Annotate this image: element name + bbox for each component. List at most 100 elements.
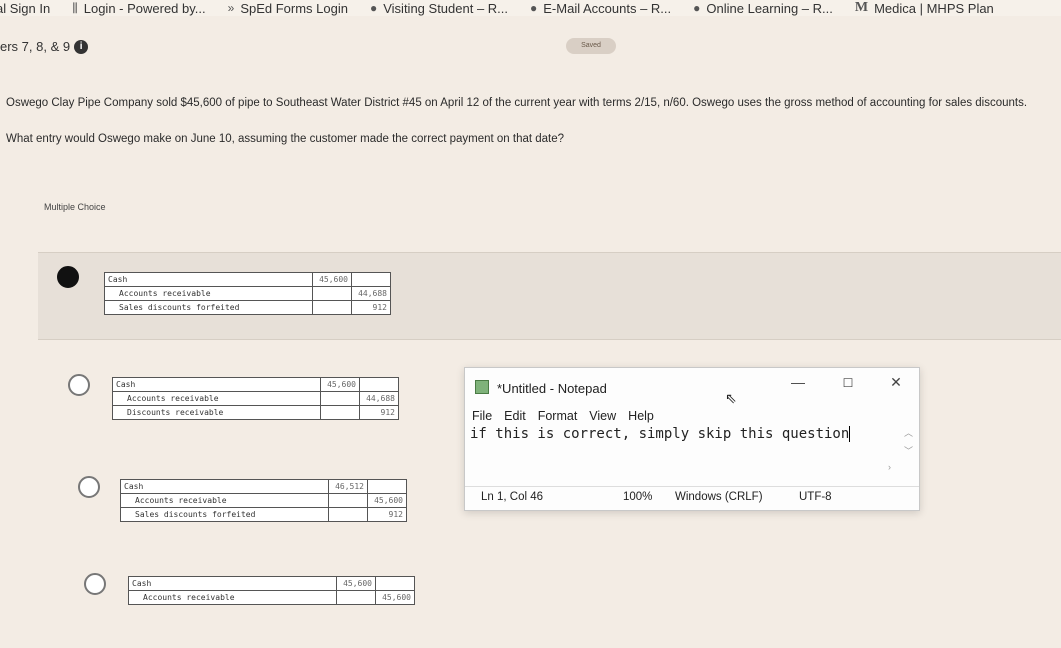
notepad-app-icon [475,380,489,394]
menu-file[interactable]: File [472,409,492,423]
table-row: Cash 45,600 [128,576,415,591]
debit-cell: 46,512 [328,479,368,494]
scroll-down-icon[interactable]: ﹀ [904,444,913,457]
bookmark-label: E-Mail Accounts – R... [543,0,672,16]
menu-help[interactable]: Help [628,409,654,423]
bookmark-medica[interactable]: M Medica | MHPS Plan [855,0,994,16]
notepad-text-area[interactable]: if this is correct, simply skip this que… [470,426,900,442]
bookmark-label: Online Learning – R... [706,0,833,16]
globe-icon: ● [530,1,538,15]
bookmark-label: Login - Powered by... [83,0,206,16]
globe-icon: ● [693,1,701,15]
account-cell: Cash [104,272,313,287]
account-cell: Discounts receivable [112,405,321,420]
account-cell: Sales discounts forfeited [120,507,329,522]
scroll-right-icon[interactable]: › [888,462,891,472]
table-row: Accounts receivable 45,600 [120,493,407,508]
chapter-label: ers 7, 8, & 9 [0,39,71,54]
credit-cell: 45,600 [367,493,407,508]
bookmark-sign-in[interactable]: al Sign In [0,1,50,16]
debit-cell: 45,600 [312,272,352,287]
bookmark-email-accounts[interactable]: ● E-Mail Accounts – R... [530,1,671,16]
bookmarks-bar: al Sign In ⫼ Login - Powered by... » SpE… [0,0,1061,16]
chevrons-icon: » [227,1,235,15]
columns-icon: ⫼ [72,0,78,15]
notepad-window[interactable]: *Untitled - Notepad ⇖ — ☐ ✕ File Edit Fo… [464,367,920,511]
menu-view[interactable]: View [589,409,616,423]
option-a-radio[interactable] [57,266,79,288]
notepad-title: *Untitled - Notepad [497,381,607,396]
credit-cell: 44,688 [359,391,399,406]
table-row: Accounts receivable 44,688 [104,286,391,301]
option-c-radio[interactable] [78,476,100,498]
bookmark-login[interactable]: ⫼ Login - Powered by... [72,1,205,16]
bookmark-label: Visiting Student – R... [383,0,509,16]
debit-cell [336,590,376,605]
table-row: Sales discounts forfeited 912 [104,300,391,315]
account-cell: Accounts receivable [128,590,337,605]
credit-cell: 912 [367,507,407,522]
option-b-radio[interactable] [68,374,90,396]
credit-cell [359,377,399,392]
table-row: Sales discounts forfeited 912 [120,507,407,522]
credit-cell [367,479,407,494]
mouse-cursor-icon: ⇖ [725,390,737,406]
debit-cell [328,507,368,522]
notepad-titlebar[interactable]: *Untitled - Notepad ⇖ — ☐ ✕ [465,368,919,406]
multiple-choice-label: Multiple Choice [44,202,106,212]
credit-cell [375,576,415,591]
question-text: Oswego Clay Pipe Company sold $45,600 of… [6,97,1028,109]
zoom-level: 100% [623,491,653,503]
notepad-status-bar: Ln 1, Col 46 100% Windows (CRLF) UTF-8 [465,486,919,509]
maximize-button[interactable]: ☐ [833,376,863,390]
account-cell: Accounts receivable [120,493,329,508]
credit-cell: 912 [351,300,391,315]
table-row: Cash 46,512 [120,479,407,494]
option-b-journal-entry[interactable]: Cash 45,600 Accounts receivable 44,688 D… [112,377,399,420]
minimize-button[interactable]: — [783,374,813,390]
credit-cell: 45,600 [375,590,415,605]
question-prompt: What entry would Oswego make on June 10,… [6,133,565,146]
debit-cell: 45,600 [320,377,360,392]
debit-cell [320,391,360,406]
credit-cell: 44,688 [351,286,391,301]
menu-format[interactable]: Format [538,409,578,423]
notepad-menu-bar: File Edit Format View Help [472,409,654,423]
chapter-title: ers 7, 8, & 9 i [0,39,89,54]
bookmark-label: al Sign In [0,0,51,16]
line-ending: Windows (CRLF) [675,491,763,503]
close-button[interactable]: ✕ [881,374,911,391]
table-row: Discounts receivable 912 [112,405,399,420]
scroll-up-icon[interactable]: ︿ [904,426,913,439]
debit-cell: 45,600 [336,576,376,591]
table-row: Accounts receivable 45,600 [128,590,415,605]
bookmark-label: Medica | MHPS Plan [874,0,994,16]
assignment-header: ers 7, 8, & 9 i Saved [0,36,1061,58]
info-icon[interactable]: i [74,39,89,54]
option-c-journal-entry[interactable]: Cash 46,512 Accounts receivable 45,600 S… [120,479,407,522]
table-row: Accounts receivable 44,688 [112,391,399,406]
credit-cell: 912 [359,405,399,420]
bookmark-sped-forms[interactable]: » SpEd Forms Login [228,1,348,16]
bookmark-visiting-student[interactable]: ● Visiting Student – R... [370,1,508,16]
question-block: Oswego Clay Pipe Company sold $45,600 of… [6,95,1056,167]
debit-cell [312,300,352,315]
menu-edit[interactable]: Edit [504,409,526,423]
m-logo-icon: M [854,0,869,15]
bookmark-label: SpEd Forms Login [240,0,348,16]
account-cell: Accounts receivable [104,286,313,301]
account-cell: Sales discounts forfeited [104,300,313,315]
debit-cell [320,405,360,420]
debit-cell [312,286,352,301]
option-a-journal-entry[interactable]: Cash 45,600 Accounts receivable 44,688 S… [104,272,391,315]
account-cell: Cash [120,479,329,494]
debit-cell [328,493,368,508]
saved-badge: Saved [566,38,616,54]
table-row: Cash 45,600 [112,377,399,392]
option-d-journal-entry[interactable]: Cash 45,600 Accounts receivable 45,600 [128,576,415,605]
option-d-radio[interactable] [84,573,106,595]
account-cell: Accounts receivable [112,391,321,406]
globe-icon: ● [369,1,378,15]
cursor-position: Ln 1, Col 46 [481,491,544,503]
bookmark-online-learning[interactable]: ● Online Learning – R... [693,1,833,16]
